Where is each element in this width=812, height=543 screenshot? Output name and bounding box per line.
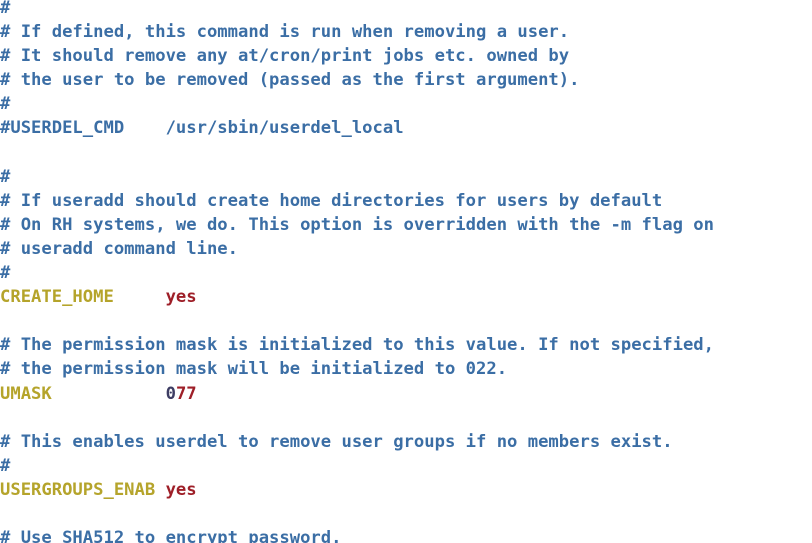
- comment-text: # This enables userdel to remove user gr…: [0, 431, 673, 452]
- code-line: # It should remove any at/cron/print job…: [0, 44, 812, 68]
- code-line: # Use SHA512 to encrypt password.: [0, 526, 812, 543]
- setting-key: UMASK: [0, 383, 52, 404]
- setting-gap: [52, 384, 166, 404]
- setting-key: USERGROUPS_ENAB: [0, 479, 156, 500]
- code-line: CREATE_HOME yes: [0, 285, 812, 309]
- octal-prefix: 0: [165, 383, 176, 404]
- comment-text: # The permission mask is initialized to …: [0, 335, 714, 356]
- code-content[interactable]: # # If defined, this command is run when …: [0, 0, 812, 543]
- comment-text: # It should remove any at/cron/print job…: [0, 46, 570, 67]
- setting-value: 77: [175, 383, 197, 404]
- code-line: # the user to be removed (passed as the …: [0, 68, 812, 92]
- comment-text: # Use SHA512 to encrypt password.: [0, 528, 342, 543]
- comment-text: #: [0, 166, 11, 187]
- code-line: # This enables userdel to remove user gr…: [0, 430, 812, 454]
- code-line: # the permission mask will be initialize…: [0, 357, 812, 381]
- code-line: # If useradd should create home director…: [0, 189, 812, 213]
- comment-text: # If useradd should create home director…: [0, 190, 663, 211]
- code-line: #USERDEL_CMD /usr/sbin/userdel_local: [0, 116, 812, 140]
- code-line: UMASK 077: [0, 382, 812, 406]
- setting-value: yes: [165, 479, 197, 500]
- code-line: USERGROUPS_ENAB yes: [0, 478, 812, 502]
- comment-text: #: [0, 0, 11, 18]
- comment-text: #: [0, 263, 11, 284]
- comment-text: #: [0, 94, 11, 115]
- code-line: #: [0, 165, 812, 189]
- code-line: # If defined, this command is run when r…: [0, 20, 812, 44]
- code-line: #: [0, 454, 812, 478]
- setting-key: CREATE_HOME: [0, 287, 114, 308]
- comment-text: # the permission mask will be initialize…: [0, 359, 508, 380]
- setting-gap: [114, 287, 166, 307]
- code-line: # useradd command line.: [0, 237, 812, 261]
- code-line: #: [0, 0, 812, 20]
- comment-text: # the user to be removed (passed as the …: [0, 70, 580, 91]
- code-line: # The permission mask is initialized to …: [0, 333, 812, 357]
- code-line: # On RH systems, we do. This option is o…: [0, 213, 812, 237]
- code-line: #: [0, 261, 812, 285]
- comment-text: # If defined, this command is run when r…: [0, 22, 570, 43]
- setting-value: yes: [165, 287, 197, 308]
- text-editor-viewport[interactable]: # # If defined, this command is run when …: [0, 0, 812, 543]
- comment-text: #: [0, 455, 11, 476]
- comment-text: #USERDEL_CMD /usr/sbin/userdel_local: [0, 118, 404, 139]
- setting-gap: [155, 480, 165, 500]
- code-line: #: [0, 92, 812, 116]
- comment-text: # useradd command line.: [0, 238, 238, 259]
- comment-text: # On RH systems, we do. This option is o…: [0, 214, 714, 235]
